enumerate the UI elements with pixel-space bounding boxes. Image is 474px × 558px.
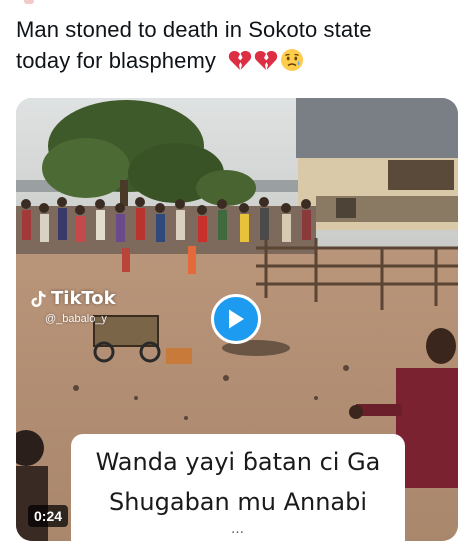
play-button[interactable] (211, 294, 261, 344)
broken-heart-icon (255, 50, 278, 70)
tiktok-brand: TikTok (31, 288, 116, 309)
avatar-edge (24, 0, 34, 4)
caption-line-2: Shugaban mu Annabi (108, 488, 368, 516)
tweet-card: Man stoned to death in Sokoto state toda… (0, 0, 474, 558)
caption-line-3: … (231, 522, 245, 537)
tweet-text-line-1: Man stoned to death in Sokoto state (16, 17, 372, 42)
emoji-row (228, 48, 304, 72)
tiktok-logo-icon (31, 290, 46, 307)
tiktok-brand-label: TikTok (51, 288, 116, 309)
tweet-text-line-2-words: today for blasphemy (16, 48, 217, 73)
broken-heart-icon (229, 50, 252, 70)
caption-line-1: Wanda yayi ɓatan ci Ga (95, 448, 381, 476)
sad-but-relieved-face-icon (281, 49, 304, 71)
tweet-text: Man stoned to death in Sokoto state toda… (16, 14, 456, 76)
play-icon (229, 309, 244, 329)
tiktok-watermark: TikTok @_babalo_y (31, 288, 116, 325)
tiktok-handle: @_babalo_y (45, 313, 107, 325)
video-caption: Wanda yayi ɓatan ci Ga Shugaban mu Annab… (71, 434, 405, 541)
video-player[interactable]: TikTok @_babalo_y Wanda yayi ɓatan ci Ga… (16, 98, 458, 541)
tweet-text-line-2: today for blasphemy (16, 45, 456, 76)
video-duration-badge: 0:24 (28, 505, 69, 527)
